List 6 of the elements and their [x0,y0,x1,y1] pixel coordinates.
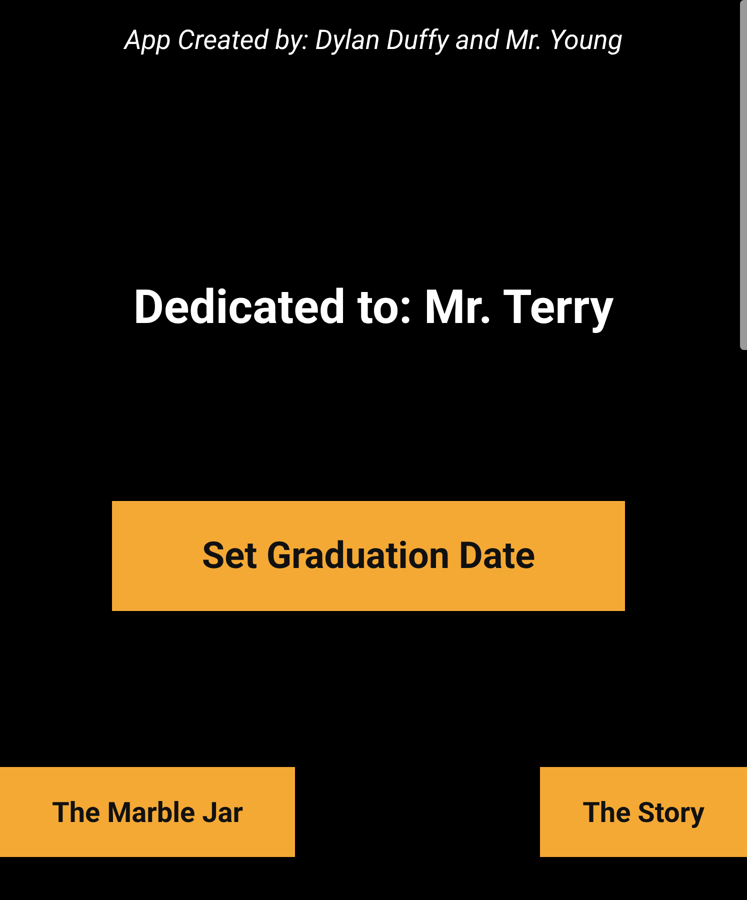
nav-button[interactable]: The Marble Jar [0,767,295,857]
credit-text: App Created by: Dylan Duffy and Mr. Young [122,23,624,58]
nav-button[interactable]: The Story [540,767,747,857]
set-graduation-date-button[interactable]: Set Graduation Date [112,501,625,611]
dedication-title: Dedicated to: Mr. Terry [132,279,615,337]
scrollbar-thumb[interactable] [740,0,747,350]
